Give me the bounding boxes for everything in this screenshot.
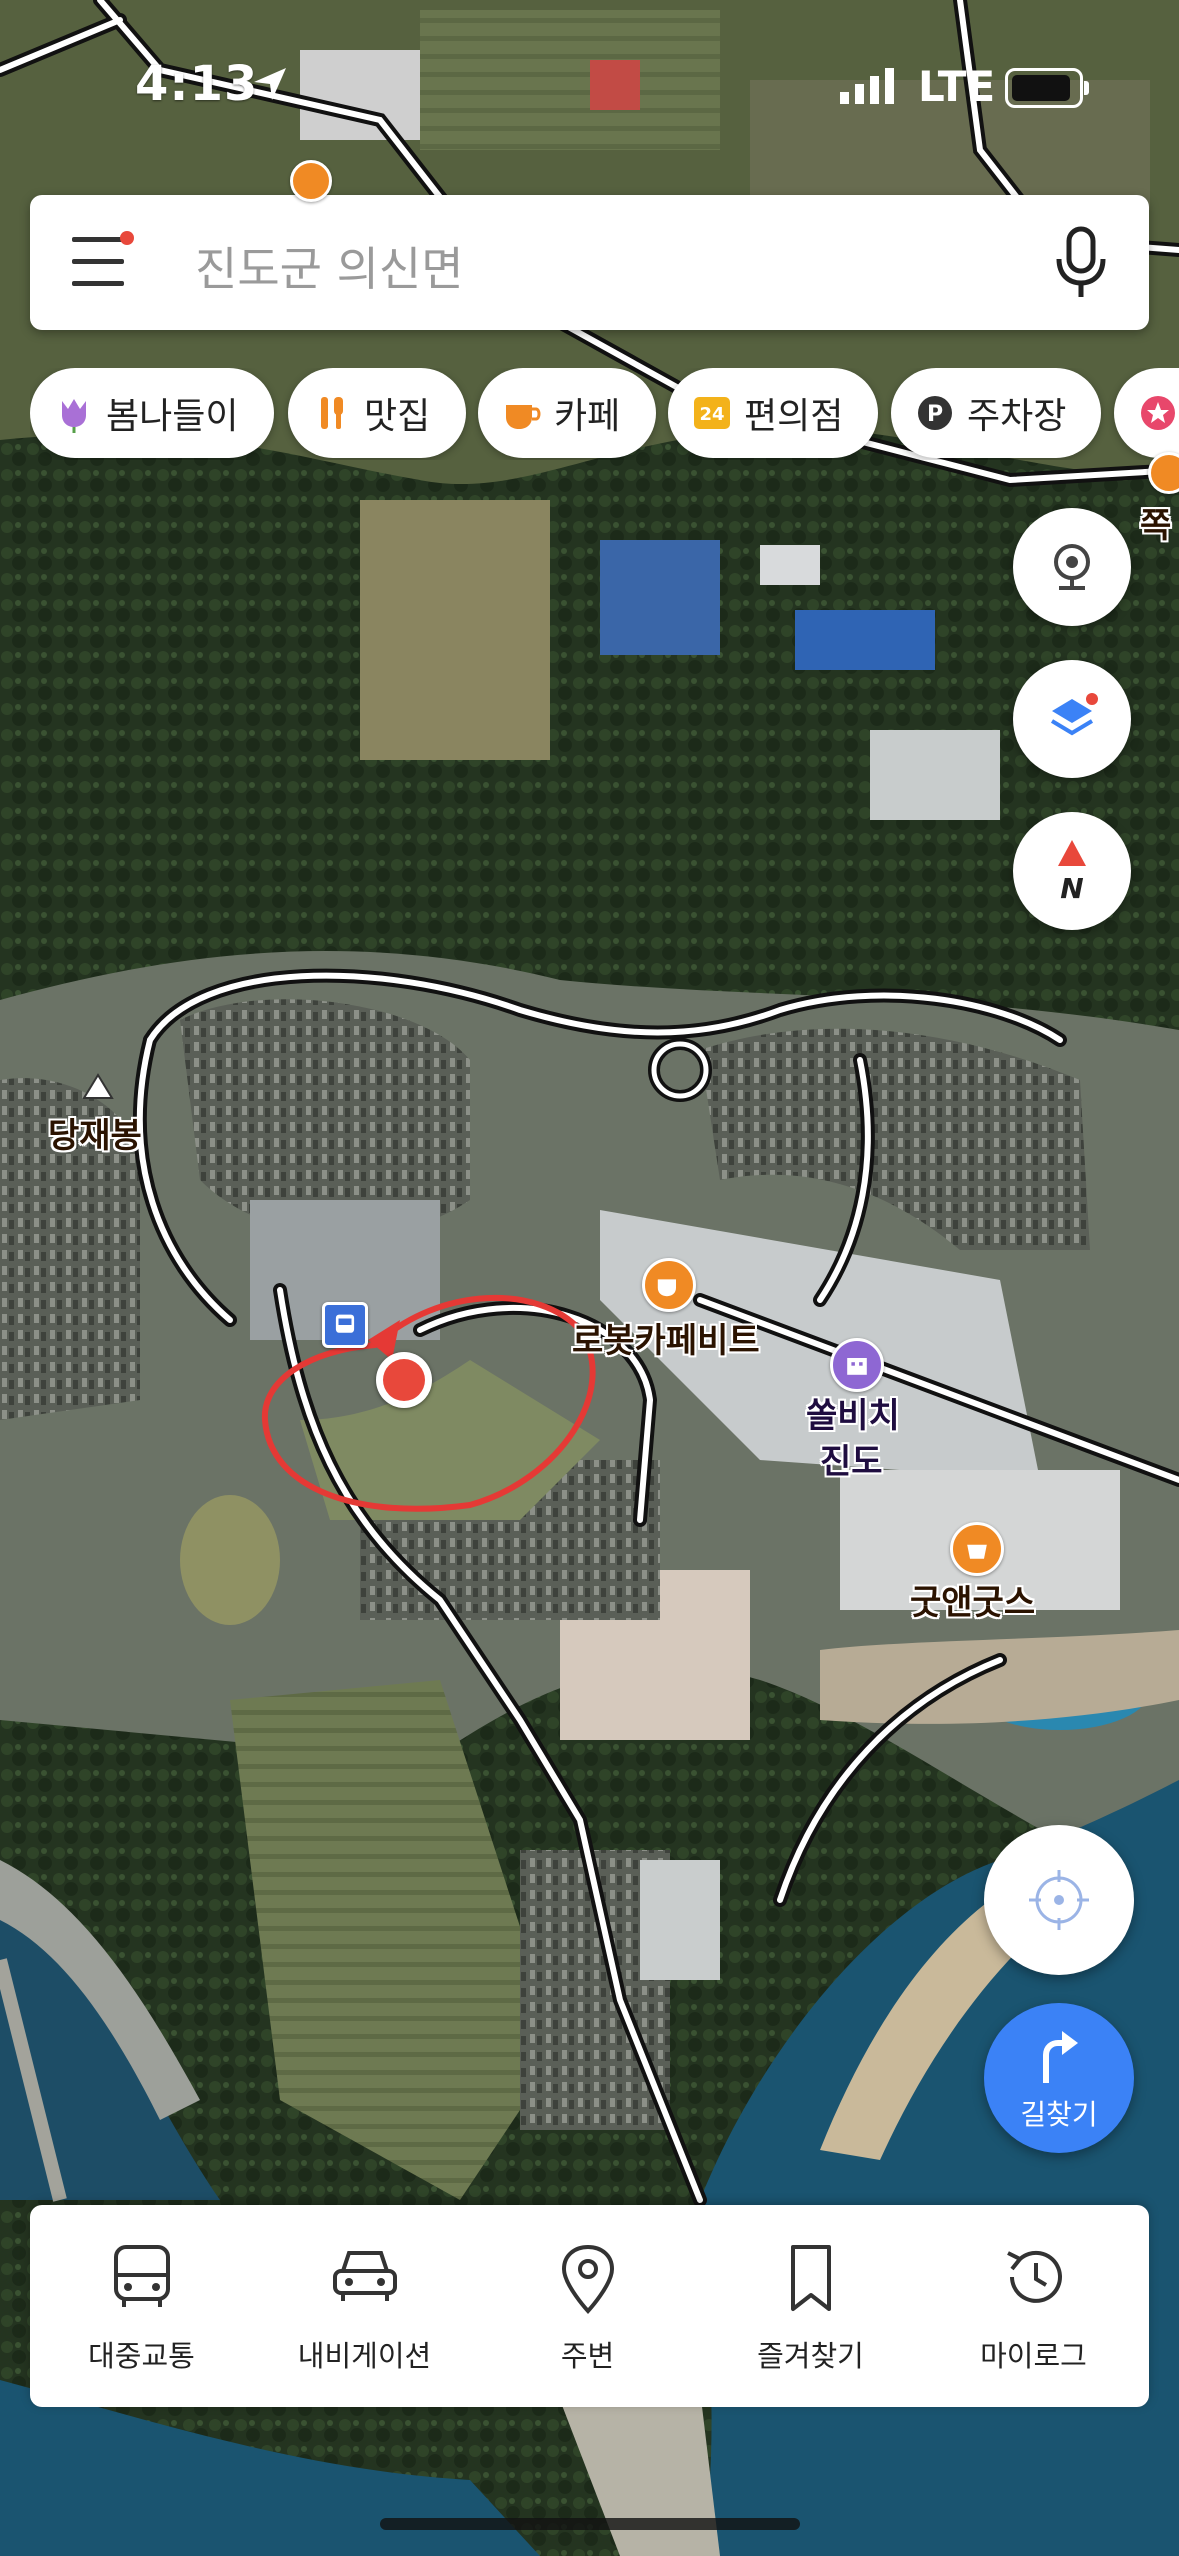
search-input[interactable]: 진도군 의신면 <box>195 233 464 299</box>
location-pin-icon <box>561 2244 614 2314</box>
battery-icon <box>1005 68 1089 108</box>
home-indicator <box>380 2518 800 2530</box>
layers-icon <box>1050 693 1098 736</box>
bottom-navigation: 대중교통 내비게이션 주변 즐겨찾기 마이로그 <box>30 2205 1149 2407</box>
search-bar[interactable]: 진도군 의신면 <box>30 195 1149 330</box>
parking-icon: P <box>915 393 955 433</box>
tulip-icon <box>54 393 94 433</box>
signal-bars-icon <box>840 68 894 104</box>
chip-label: 편의점 <box>744 396 844 437</box>
chip-label: 봄나들이 <box>106 396 239 437</box>
svg-text:P: P <box>927 402 943 427</box>
shopping-pin-icon[interactable] <box>950 1522 1004 1576</box>
tab-public-transit[interactable]: 대중교통 <box>30 2205 253 2407</box>
microphone-icon[interactable] <box>1051 225 1111 301</box>
chip-label: 카페 <box>554 396 621 437</box>
tab-favorites[interactable]: 즐겨찾기 <box>699 2205 922 2407</box>
chip-spring-outing[interactable]: 봄나들이 <box>30 368 274 458</box>
history-icon <box>1006 2250 1062 2303</box>
network-type: LTE <box>918 62 996 111</box>
hotel-pin-icon[interactable] <box>830 1338 884 1392</box>
coffee-cup-icon <box>502 393 542 433</box>
location-arrow-icon <box>254 68 286 100</box>
tab-nearby[interactable]: 주변 <box>476 2205 699 2407</box>
crosshair-icon <box>1029 1870 1089 1930</box>
car-icon <box>332 2251 397 2301</box>
bus-stop-icon[interactable] <box>322 1302 368 1348</box>
tab-label: 즐겨찾기 <box>757 2339 864 2373</box>
notification-dot <box>120 231 134 245</box>
chip-label: 맛집 <box>364 396 431 437</box>
map-label-cafe[interactable]: 로봇카페비트 <box>572 1313 760 1362</box>
layers-button[interactable] <box>1013 660 1131 778</box>
chip-restaurant[interactable]: 맛집 <box>288 368 466 458</box>
star-icon <box>1138 393 1178 433</box>
status-bar: 4:13 LTE <box>0 0 1179 140</box>
map-label-peak[interactable]: 당재봉 <box>48 1108 142 1157</box>
svg-text:24: 24 <box>699 404 724 425</box>
tab-label: 내비게이션 <box>297 2339 432 2373</box>
status-time: 4:13 <box>135 56 259 112</box>
restaurant-icon <box>312 393 352 433</box>
restaurant-pin-icon[interactable] <box>290 160 332 202</box>
chip-more[interactable] <box>1114 368 1179 458</box>
menu-icon[interactable] <box>72 231 134 289</box>
chip-convenience-store[interactable]: 24 편의점 <box>668 368 878 458</box>
turn-arrow-icon <box>1043 2031 1078 2083</box>
chip-label: 주차장 <box>967 396 1067 437</box>
tab-label: 주변 <box>560 2339 615 2373</box>
map-label-resort[interactable]: 쏠비치 <box>806 1388 900 1437</box>
chip-parking[interactable]: P 주차장 <box>891 368 1101 458</box>
my-location-button[interactable] <box>984 1825 1134 1975</box>
map-label-edge[interactable]: 쪽 <box>1140 498 1171 547</box>
tab-label: 대중교통 <box>88 2339 195 2373</box>
compass-button[interactable]: N <box>1013 812 1131 930</box>
map-label-resort-line2[interactable]: 진도 <box>820 1434 883 1483</box>
street-view-button[interactable] <box>1013 508 1131 626</box>
chip-cafe[interactable]: 카페 <box>478 368 656 458</box>
bookmark-icon <box>790 2245 831 2311</box>
cafe-pin-icon[interactable] <box>642 1258 696 1312</box>
tab-label: 마이로그 <box>980 2339 1087 2373</box>
bus-icon <box>113 2245 170 2307</box>
convenience-store-24-icon: 24 <box>692 393 732 433</box>
tab-navigation[interactable]: 내비게이션 <box>253 2205 476 2407</box>
camera-icon <box>1054 544 1090 590</box>
map-label-store[interactable]: 굿앤굿스 <box>910 1575 1035 1624</box>
directions-label: 길찾기 <box>1020 2098 1098 2131</box>
compass-letter: N <box>1060 872 1083 905</box>
tab-mylog[interactable]: 마이로그 <box>922 2205 1145 2407</box>
directions-button[interactable]: 길찾기 <box>984 2003 1134 2153</box>
current-location-marker <box>376 1352 432 1408</box>
compass-icon: N <box>1058 840 1086 905</box>
category-chips: 봄나들이 맛집 카페 24 편의점 P 주차장 <box>30 368 1179 460</box>
